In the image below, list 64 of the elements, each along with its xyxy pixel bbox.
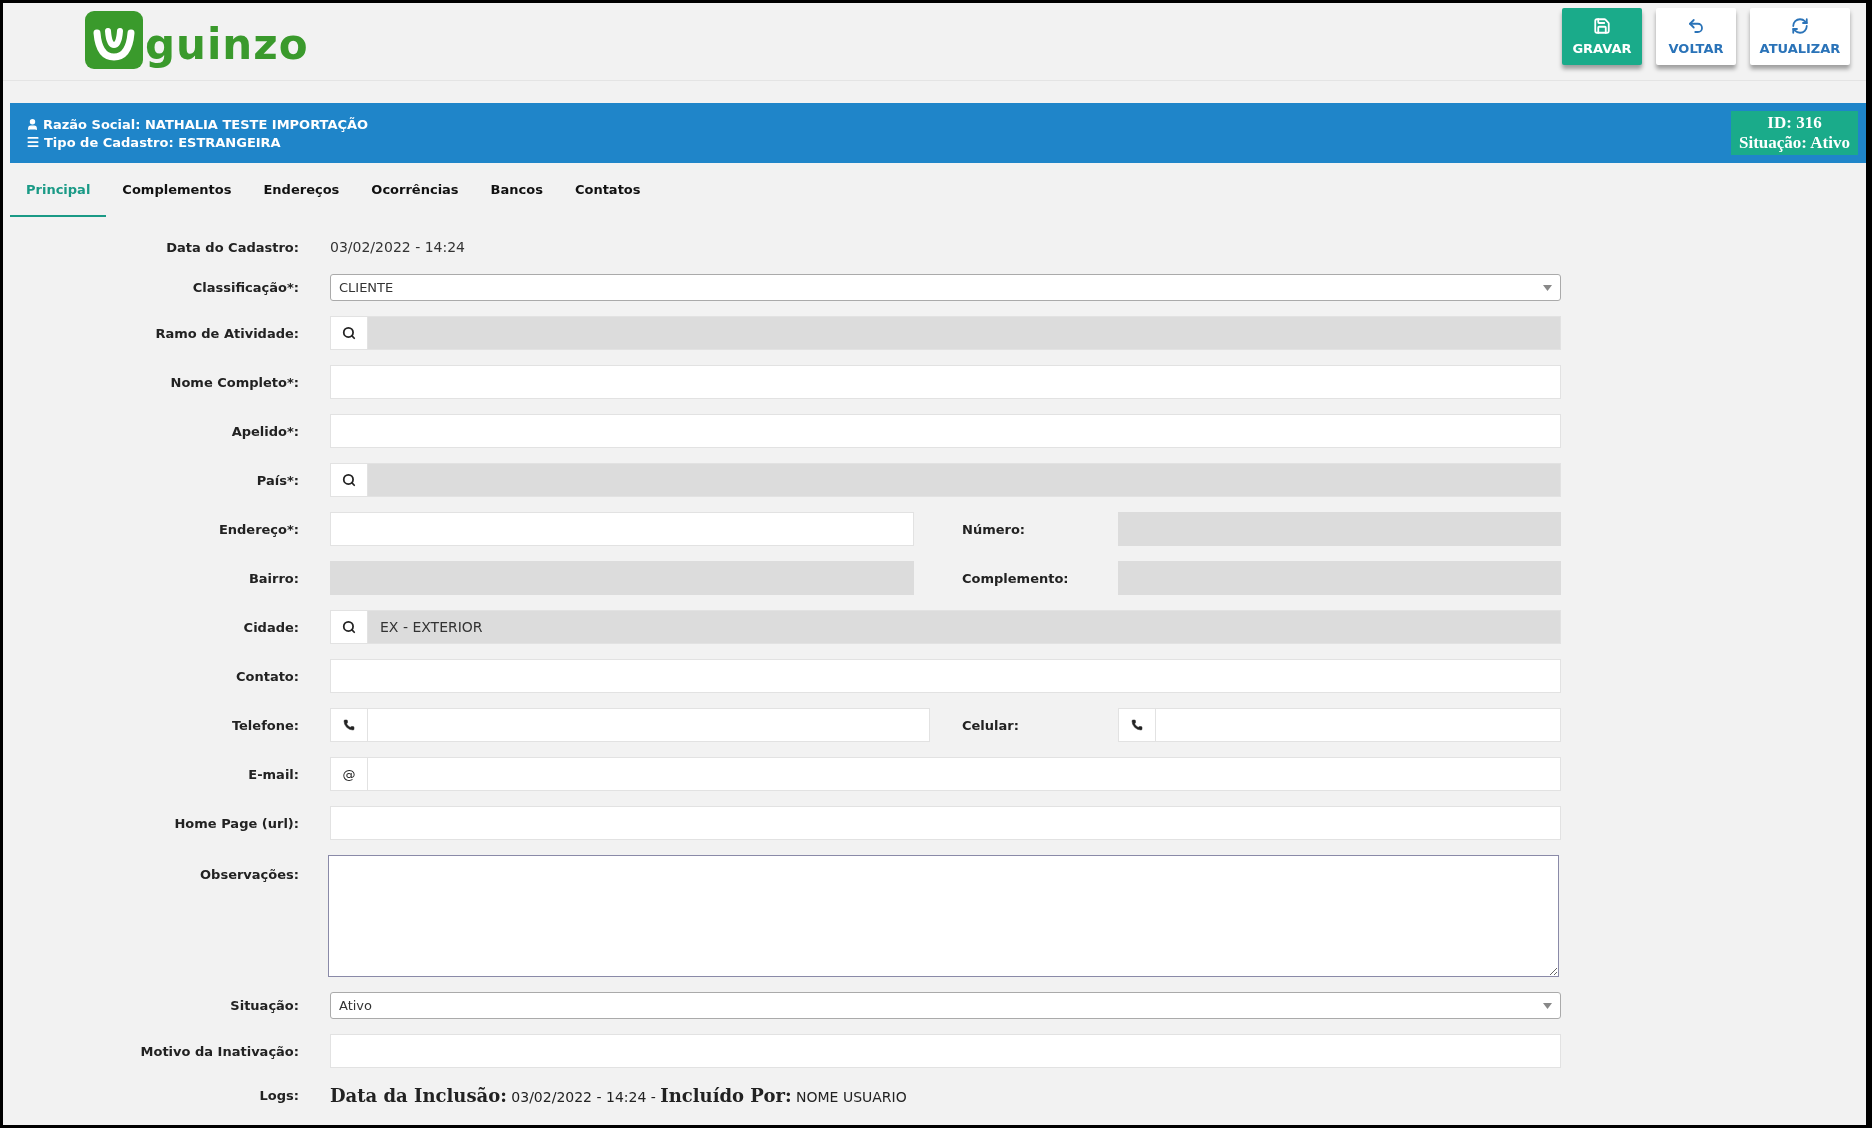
refresh-icon (1791, 17, 1809, 35)
input-field[interactable] (330, 806, 1561, 840)
search-button[interactable] (331, 611, 368, 643)
search-button[interactable] (331, 464, 368, 496)
input-field[interactable] (330, 659, 1561, 693)
field-label: Data do Cadastro: (165, 239, 299, 255)
status-text: Situação: Ativo (1739, 133, 1850, 153)
field-label: Situação: (229, 998, 299, 1013)
input-field[interactable] (330, 365, 1561, 399)
caret-icon (1543, 284, 1552, 291)
user-icon (26, 117, 39, 131)
id-text: ID: 316 (1767, 113, 1822, 133)
field-label: Telefone: (230, 717, 299, 733)
field-label: Bairro: (247, 570, 299, 586)
lookup-field[interactable] (330, 463, 1561, 497)
field-label: País*: (255, 472, 299, 488)
tab[interactable]: Complementos (106, 163, 248, 217)
phone-field[interactable] (330, 708, 930, 742)
field-label: Home Page (url): (173, 815, 299, 831)
field-label: Contato: (234, 668, 299, 684)
tab[interactable]: Endereços (247, 163, 356, 217)
field-label: Apelido*: (230, 423, 299, 439)
field-label: Endereço*: (217, 521, 299, 537)
field-label: Nome Completo*: (169, 374, 299, 390)
field-label: Classificação*: (191, 280, 299, 295)
field-label: Número: (962, 521, 1027, 537)
input-field[interactable] (330, 512, 914, 546)
tab[interactable]: Contatos (558, 163, 657, 217)
menu-icon (26, 135, 40, 149)
field-label: Celular: (962, 717, 1020, 733)
input-field[interactable] (330, 1034, 1561, 1068)
phone-icon (343, 719, 355, 731)
phone-field[interactable] (1118, 708, 1561, 742)
field-label: Logs: (258, 1087, 299, 1103)
field-label: E-mail: (247, 766, 299, 782)
date-value: 03/02/2022 - 14:24 (330, 239, 465, 255)
search-icon (342, 620, 356, 634)
logo-icon (85, 11, 143, 69)
field-label: Ramo de Atividade: (154, 325, 299, 341)
logo-text: guinzo (145, 24, 309, 66)
toolbar-button[interactable]: VOLTAR (1656, 8, 1736, 65)
toolbar-button[interactable]: ATUALIZAR (1750, 8, 1850, 65)
select-field[interactable]: CLIENTE (330, 274, 1561, 301)
banner-text: Razão Social: NATHALIA TESTE IMPORTAÇÃO (43, 116, 369, 132)
tab[interactable]: Ocorrências (355, 163, 475, 217)
search-button[interactable] (331, 317, 368, 349)
caret-icon (1543, 1002, 1552, 1009)
field-label: Cidade: (242, 619, 299, 635)
email-field[interactable]: @ (330, 757, 1561, 791)
search-icon (342, 326, 356, 340)
search-icon (342, 473, 356, 487)
tab[interactable]: Bancos (474, 163, 559, 217)
logs-text: Data da Inclusão: 03/02/2022 - 14:24 - Incluído Por: NOME USUARIO (330, 1084, 907, 1106)
lookup-field[interactable] (330, 316, 1561, 350)
field-label: Observações: (199, 866, 299, 882)
phone-icon (1131, 719, 1143, 731)
banner-text: Tipo de Cadastro: ESTRANGEIRA (44, 134, 281, 150)
text-area[interactable] (328, 855, 1559, 977)
lookup-field[interactable]: EX - EXTERIOR (330, 610, 1561, 644)
select-field[interactable]: Ativo (330, 992, 1561, 1019)
input-field[interactable] (330, 414, 1561, 448)
back-arrow-icon (1687, 17, 1705, 35)
field-label: Complemento: (962, 570, 1070, 586)
field-label: Motivo da Inativação: (139, 1043, 299, 1059)
